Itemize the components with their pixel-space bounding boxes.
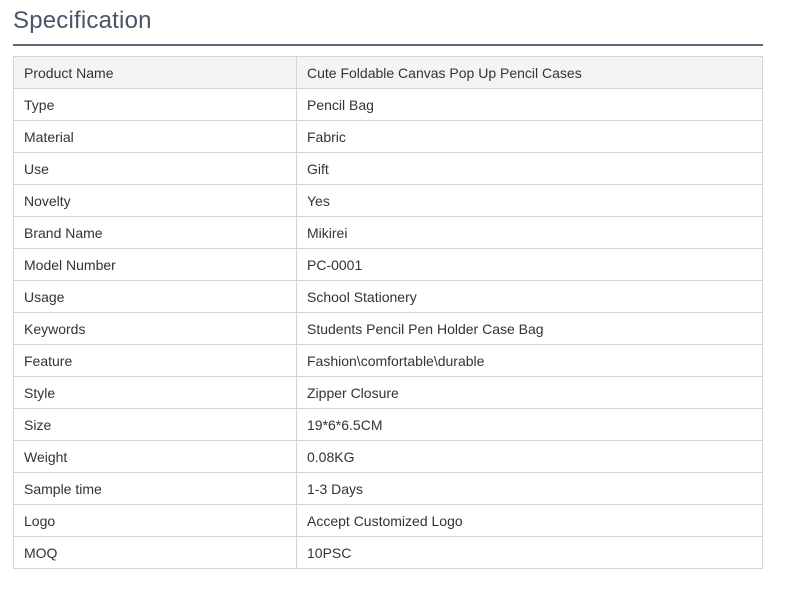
- spec-value: Yes: [296, 184, 763, 217]
- spec-label: Sample time: [13, 472, 297, 505]
- spec-label: Material: [13, 120, 297, 153]
- spec-value: Cute Foldable Canvas Pop Up Pencil Cases: [296, 56, 763, 89]
- spec-value: Accept Customized Logo: [296, 504, 763, 537]
- table-row: Novelty Yes: [13, 184, 763, 217]
- spec-label: Type: [13, 88, 297, 121]
- spec-label: MOQ: [13, 536, 297, 569]
- table-row: Style Zipper Closure: [13, 376, 763, 409]
- section-title: Specification: [13, 7, 152, 34]
- title-underline: [13, 44, 763, 46]
- spec-value: 10PSC: [296, 536, 763, 569]
- spec-value: 1-3 Days: [296, 472, 763, 505]
- specification-table-body: Product Name Cute Foldable Canvas Pop Up …: [13, 56, 763, 569]
- spec-label: Model Number: [13, 248, 297, 281]
- spec-value: School Stationery: [296, 280, 763, 313]
- table-row: Feature Fashion\comfortable\durable: [13, 344, 763, 377]
- spec-value: Pencil Bag: [296, 88, 763, 121]
- spec-value: Mikirei: [296, 216, 763, 249]
- specification-section: Specification Product Name Cute Foldable …: [13, 0, 763, 569]
- table-row: Logo Accept Customized Logo: [13, 504, 763, 537]
- table-row: Size 19*6*6.5CM: [13, 408, 763, 441]
- spec-value: PC-0001: [296, 248, 763, 281]
- spec-value: Gift: [296, 152, 763, 185]
- table-row: Weight 0.08KG: [13, 440, 763, 473]
- spec-label: Product Name: [13, 56, 297, 89]
- spec-label: Weight: [13, 440, 297, 473]
- spec-value: Zipper Closure: [296, 376, 763, 409]
- table-row: Model Number PC-0001: [13, 248, 763, 281]
- spec-label: Size: [13, 408, 297, 441]
- spec-label: Feature: [13, 344, 297, 377]
- spec-value: Students Pencil Pen Holder Case Bag: [296, 312, 763, 345]
- spec-value: 19*6*6.5CM: [296, 408, 763, 441]
- table-row: Sample time 1-3 Days: [13, 472, 763, 505]
- table-row: Use Gift: [13, 152, 763, 185]
- spec-label: Usage: [13, 280, 297, 313]
- table-row: Keywords Students Pencil Pen Holder Case …: [13, 312, 763, 345]
- table-row: Brand Name Mikirei: [13, 216, 763, 249]
- specification-table: Product Name Cute Foldable Canvas Pop Up …: [13, 56, 763, 569]
- spec-value: Fashion\comfortable\durable: [296, 344, 763, 377]
- table-row: Material Fabric: [13, 120, 763, 153]
- table-row: MOQ 10PSC: [13, 536, 763, 569]
- spec-label: Logo: [13, 504, 297, 537]
- spec-label: Style: [13, 376, 297, 409]
- spec-label: Novelty: [13, 184, 297, 217]
- table-row: Product Name Cute Foldable Canvas Pop Up …: [13, 56, 763, 89]
- spec-value: Fabric: [296, 120, 763, 153]
- spec-label: Keywords: [13, 312, 297, 345]
- spec-label: Use: [13, 152, 297, 185]
- spec-label: Brand Name: [13, 216, 297, 249]
- table-row: Usage School Stationery: [13, 280, 763, 313]
- table-row: Type Pencil Bag: [13, 88, 763, 121]
- spec-value: 0.08KG: [296, 440, 763, 473]
